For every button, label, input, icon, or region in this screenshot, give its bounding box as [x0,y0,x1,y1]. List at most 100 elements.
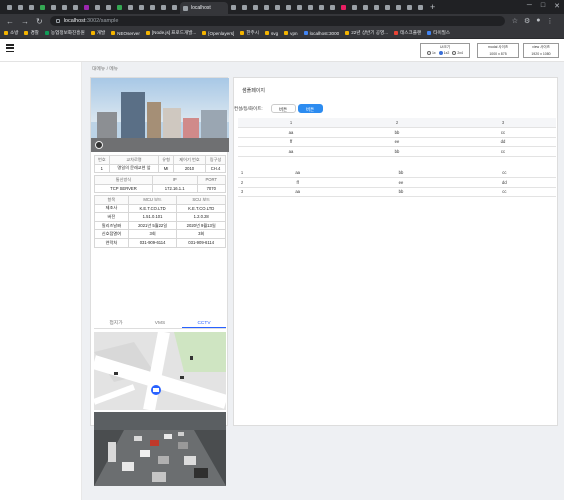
address-bar[interactable]: localhost:3002/sample [49,16,505,26]
back-icon[interactable]: ← [6,17,14,26]
browser-tab[interactable] [59,3,70,12]
table-row: 신호점멸여 3회 3회 [94,229,226,239]
bookmark-item[interactable]: 타이필스 [427,30,450,36]
column-header: IP [151,175,198,185]
browser-tab[interactable] [26,3,37,12]
column-header: PORT [196,175,226,185]
browser-tab[interactable] [371,3,382,12]
close-icon[interactable]: ✕ [554,2,560,10]
browser-tab[interactable] [37,3,48,12]
reload-icon[interactable]: ↻ [36,17,43,26]
table-row[interactable]: 3 aa bb cc [238,187,556,197]
bookmark-item[interactable]: NEOserver [111,31,140,36]
star-icon[interactable]: ☆ [512,17,518,25]
bookmark-label: vpn [290,30,298,36]
profile-icon[interactable]: ● [536,17,540,25]
table-cell: 신호점멸여 [94,229,129,239]
table-row[interactable]: aa bb cc [238,146,556,157]
browser-tab[interactable] [70,3,81,12]
column-header[interactable]: 2 [344,118,450,128]
browser-tab[interactable] [81,3,92,12]
table-row[interactable]: 1 aa bb cc [238,168,556,178]
bookmark-item[interactable]: 개발 [90,30,105,36]
bookmark-label: [Openlayers] [208,30,235,36]
tab-0[interactable]: 접지가 [94,320,138,328]
browser-tab[interactable] [327,3,338,12]
table-row: 1 명일의 문래교현 앞 MI 2010 CH.4 [94,163,226,174]
forward-icon[interactable]: → [21,17,29,26]
table-row: 번호 교차로명 유형 제어기 번호 링구성 [94,155,226,165]
bookmark-item[interactable]: [Openlayers] [202,31,234,36]
browser-tab[interactable] [15,3,26,12]
table-cell: cc [450,127,556,138]
browser-tab[interactable] [404,3,415,12]
browser-tab[interactable] [147,3,158,12]
maximize-icon[interactable]: □ [541,2,545,10]
browser-tab[interactable] [92,3,103,12]
modal-size-value: 1000 x 875 [489,51,507,56]
browser-tab[interactable] [125,3,136,12]
ui-size-radio[interactable]: 1x [426,51,436,56]
browser-tab[interactable] [48,3,59,12]
browser-tab-active[interactable]: localhost [180,2,228,14]
bookmark-item[interactable]: svg [265,31,278,36]
browser-tab[interactable] [305,3,316,12]
menu-icon[interactable]: ⋮ [547,17,554,25]
primary-button[interactable]: 버튼 [297,104,323,113]
tab-2[interactable]: CCTV [182,320,226,328]
bookmark-item[interactable]: 한주시 [240,30,259,36]
browser-tab[interactable] [360,3,371,12]
view-size-title: view 사이즈 [532,45,550,49]
map-view[interactable] [94,332,226,410]
table-row[interactable]: aa bb cc [238,127,556,138]
browser-tab[interactable] [228,3,239,12]
folder-icon [284,31,289,35]
data-grid-1: 123 aa bb cc ff ee dd aa bb cc [238,118,556,157]
browser-tab[interactable] [294,3,305,12]
browser-tab[interactable] [250,3,261,12]
browser-tab[interactable] [272,3,283,12]
bookmark-item[interactable]: vpn [284,30,298,36]
table-cell: 172.16.1.1 [151,183,198,194]
browser-tab[interactable] [316,3,327,12]
browser-tab[interactable] [114,3,125,12]
minimize-icon[interactable]: ─ [527,2,532,10]
camera-icon[interactable] [95,141,103,149]
browser-tab[interactable] [169,3,180,12]
bookmark-item[interactable]: [Node.js] 프로드개발... [145,30,196,36]
browser-tab[interactable] [382,3,393,12]
browser-tab[interactable] [136,3,147,12]
hamburger-menu-icon[interactable] [6,44,14,52]
browser-tab[interactable] [415,3,426,12]
cctv-feed[interactable] [94,412,226,486]
table-cell: dd [452,177,556,188]
bookmark-item[interactable]: localhost:3000 [303,31,339,36]
table-row[interactable]: ff ee dd [238,137,556,147]
browser-tab[interactable] [393,3,404,12]
browser-tab[interactable] [239,3,250,12]
browser-tab[interactable] [349,3,360,12]
bookmark-item[interactable]: 농업정보화진흥원 [44,30,85,36]
browser-tab[interactable] [103,3,114,12]
bookmark-item[interactable]: 경찰 [24,30,39,36]
table-cell: bb [344,127,450,138]
extensions-icon[interactable]: ⚙ [524,17,530,25]
column-header[interactable]: 3 [450,118,556,128]
table-row[interactable]: 2 ff ee dd [238,177,556,188]
tab-1[interactable]: VMS [138,320,182,328]
browser-tab[interactable] [158,3,169,12]
column-header[interactable]: 1 [238,118,344,128]
default-button[interactable]: 버튼 [270,104,296,113]
browser-tab[interactable] [283,3,294,12]
browser-tab[interactable] [338,3,349,12]
bookmark-item[interactable]: 소방 [4,30,18,36]
bookmark-item[interactable]: 테스크플랜 [394,30,421,36]
bookmark-item[interactable]: 22년 상반기 공영... [345,30,388,36]
browser-tab[interactable] [4,3,15,12]
control-label: 컨설/등/화이트: [234,105,263,111]
ui-size-radio[interactable]: 1x2 [438,51,449,56]
browser-tab[interactable] [261,3,272,12]
ui-size-radio[interactable]: 2x4 [452,51,463,56]
info-icon[interactable] [55,19,60,23]
new-tab-button[interactable]: + [430,2,435,12]
